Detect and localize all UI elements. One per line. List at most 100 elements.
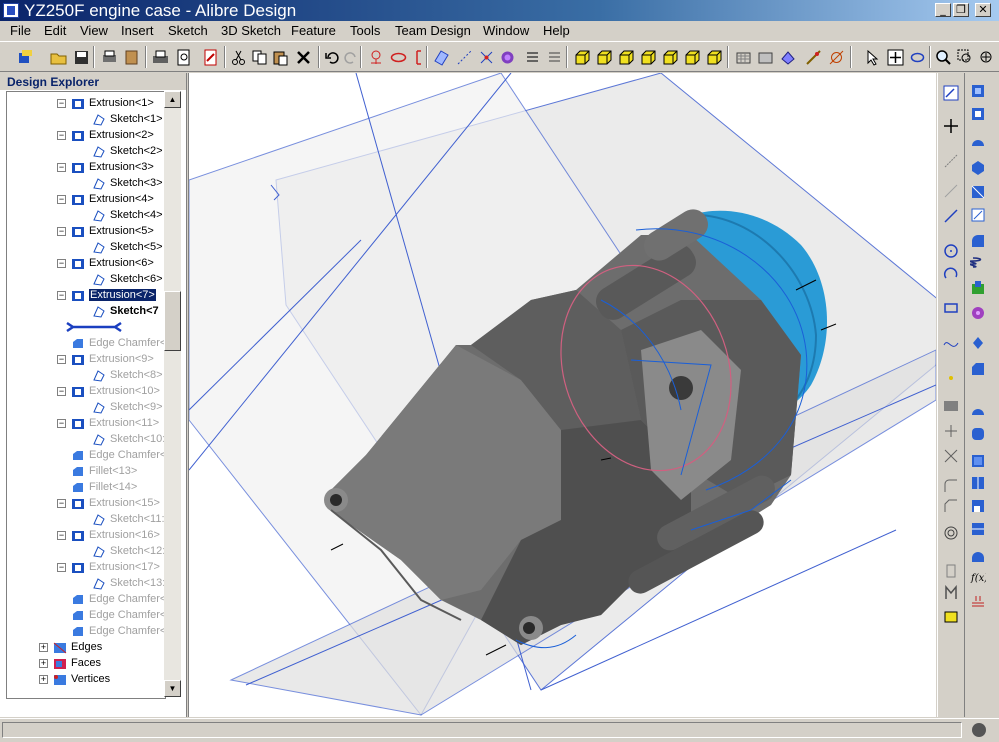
collapse-toggle[interactable]: − xyxy=(57,162,66,172)
cut-icon[interactable] xyxy=(230,49,247,66)
view-top-icon[interactable] xyxy=(618,49,635,66)
linear-pattern-icon[interactable] xyxy=(970,426,986,442)
draft-icon[interactable] xyxy=(970,305,986,321)
shaded-icon[interactable] xyxy=(779,49,796,66)
menu-sketch[interactable]: Sketch xyxy=(168,23,208,38)
tree-node[interactable]: Edge Chamfer< xyxy=(57,623,165,639)
function-icon[interactable]: f(x) xyxy=(970,569,986,585)
extend-icon[interactable] xyxy=(943,448,959,464)
collapse-toggle[interactable]: − xyxy=(57,290,66,300)
tree-node[interactable]: − Extrusion<9> xyxy=(57,351,154,367)
pattern-icon[interactable] xyxy=(943,585,959,601)
activate-sketch-icon[interactable] xyxy=(943,85,959,101)
list-icon[interactable] xyxy=(524,49,541,66)
view-iso-icon[interactable] xyxy=(706,49,723,66)
tree-node[interactable]: + Edges xyxy=(39,639,102,655)
loft-icon[interactable] xyxy=(970,207,986,223)
collapse-toggle[interactable]: − xyxy=(57,530,66,540)
offset-icon[interactable] xyxy=(943,525,959,541)
rib-icon[interactable] xyxy=(970,403,986,419)
tree-node[interactable]: Sketch<13: xyxy=(92,575,165,591)
menu-3d-sketch[interactable]: 3D Sketch xyxy=(221,23,281,38)
minimize-button[interactable]: _ xyxy=(935,3,951,17)
tree-node[interactable]: Fillet<13> xyxy=(57,463,137,479)
wireframe-icon[interactable] xyxy=(735,49,752,66)
trim-icon[interactable] xyxy=(943,423,959,439)
tree-node[interactable]: Sketch<1> xyxy=(92,111,163,127)
tree-node[interactable]: Edge Chamfer< xyxy=(57,607,165,623)
delete-icon[interactable] xyxy=(295,49,312,66)
point-icon[interactable] xyxy=(478,49,495,66)
project-icon[interactable] xyxy=(943,608,959,624)
mirror-icon[interactable] xyxy=(943,563,959,579)
sweep-icon[interactable] xyxy=(970,184,986,200)
tree-node[interactable]: − Extrusion<7> xyxy=(57,287,156,303)
tree-node[interactable]: − Extrusion<17> xyxy=(57,559,160,575)
open-folder-icon[interactable] xyxy=(50,49,67,66)
model-canvas[interactable] xyxy=(189,73,936,717)
csys-icon[interactable] xyxy=(499,49,516,66)
view-back-icon[interactable] xyxy=(596,49,613,66)
extrude-cut-icon[interactable] xyxy=(970,106,986,122)
collapse-toggle[interactable]: − xyxy=(57,498,66,508)
view-right-icon[interactable] xyxy=(684,49,701,66)
split-icon[interactable] xyxy=(970,521,986,537)
view-bottom-icon[interactable] xyxy=(640,49,657,66)
menu-file[interactable]: File xyxy=(10,23,31,38)
menu-view[interactable]: View xyxy=(80,23,108,38)
fillet-sketch-icon[interactable] xyxy=(943,478,959,494)
zoom-fit-icon[interactable] xyxy=(978,49,995,66)
copy-icon[interactable] xyxy=(251,49,268,66)
restore-button[interactable]: ❐ xyxy=(953,3,969,17)
tree-node[interactable]: Edge Chamfer< xyxy=(57,591,165,607)
tree-node[interactable]: Sketch<10: xyxy=(92,431,165,447)
edit-lines-icon[interactable] xyxy=(546,49,563,66)
tree-node[interactable]: − Extrusion<4> xyxy=(57,191,154,207)
helix-icon[interactable] xyxy=(970,255,986,271)
collapse-toggle[interactable]: − xyxy=(57,562,66,572)
tree-scrollbar[interactable]: ▲ ▼ xyxy=(164,91,181,697)
menu-edit[interactable]: Edit xyxy=(44,23,66,38)
equations-icon[interactable] xyxy=(970,593,986,609)
menu-insert[interactable]: Insert xyxy=(121,23,154,38)
menu-help[interactable]: Help xyxy=(543,23,570,38)
tree-node[interactable]: Edge Chamfer< xyxy=(57,335,165,351)
collapse-toggle[interactable]: − xyxy=(57,130,66,140)
tree-node[interactable]: − Extrusion<15> xyxy=(57,495,160,511)
spline-icon[interactable] xyxy=(943,335,959,351)
undo-icon[interactable] xyxy=(324,49,341,66)
tree-node[interactable]: + Vertices xyxy=(39,671,110,687)
rotate-icon[interactable] xyxy=(909,49,926,66)
expand-toggle[interactable]: + xyxy=(39,674,48,684)
tree-node[interactable]: Fillet<14> xyxy=(57,479,137,495)
menu-feature[interactable]: Feature xyxy=(291,23,336,38)
tree-node[interactable]: + Faces xyxy=(39,655,101,671)
scroll-up-button[interactable]: ▲ xyxy=(164,91,181,108)
line-icon[interactable] xyxy=(943,208,959,224)
construction-line-icon[interactable] xyxy=(943,153,959,169)
tree-node[interactable]: − Extrusion<6> xyxy=(57,255,154,271)
redo-icon[interactable] xyxy=(342,49,359,66)
tree-node[interactable]: − Extrusion<3> xyxy=(57,159,154,175)
rollback-bar-icon[interactable] xyxy=(65,319,123,335)
centerline-icon[interactable] xyxy=(943,183,959,199)
tree-node[interactable]: Sketch<4> xyxy=(92,207,163,223)
analyze-icon[interactable] xyxy=(828,49,845,66)
extrude-boss-icon[interactable] xyxy=(970,83,986,99)
close-button[interactable]: ✕ xyxy=(975,3,991,17)
tree-node[interactable]: Sketch<2> xyxy=(92,143,163,159)
tree-node[interactable]: Sketch<12: xyxy=(92,543,165,559)
collapse-toggle[interactable]: − xyxy=(57,354,66,364)
print-preview-icon[interactable] xyxy=(175,49,192,66)
rollback-marker[interactable] xyxy=(65,319,123,335)
tree-node[interactable]: Sketch<8> xyxy=(92,367,163,383)
tree-node[interactable]: − Extrusion<11> xyxy=(57,415,159,431)
tree-node[interactable]: − Extrusion<1> xyxy=(57,95,154,111)
menu-window[interactable]: Window xyxy=(483,23,529,38)
model-viewport[interactable] xyxy=(188,73,936,717)
circle-icon[interactable] xyxy=(943,243,959,259)
tree-node[interactable]: − Extrusion<2> xyxy=(57,127,154,143)
expand-toggle[interactable]: + xyxy=(39,658,48,668)
print-icon[interactable] xyxy=(152,49,169,66)
sketch-ellipse-icon[interactable] xyxy=(390,49,407,66)
